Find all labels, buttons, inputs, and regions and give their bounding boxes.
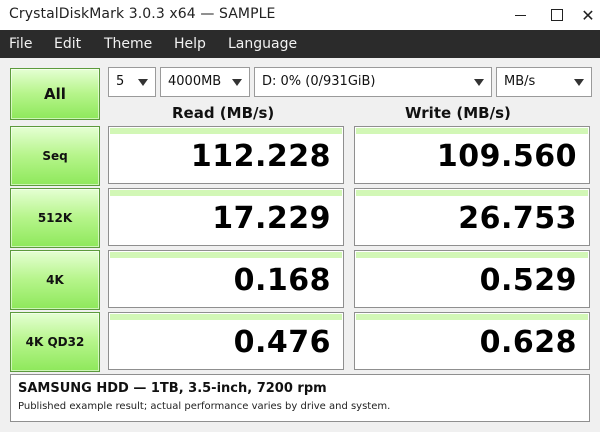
read-column-header: Read (MB/s)	[172, 104, 275, 122]
4k-qd32-write-bar	[356, 314, 588, 320]
4k-write-value: 0.529	[479, 263, 577, 298]
seq-read-result: 112.228	[108, 126, 344, 184]
512k-read-result: 17.229	[108, 188, 344, 246]
4k-qd32-write-value: 0.628	[479, 325, 577, 360]
main-panel: All 5 4000MB D: 0% (0/931GiB) MB/s Read …	[0, 58, 600, 432]
512k-read-bar	[110, 190, 342, 196]
test-size-value: 4000MB	[168, 74, 222, 89]
title-bar: CrystalDiskMark 3.0.3 x64 — SAMPLE ✕	[0, 0, 600, 30]
test-size-select[interactable]: 4000MB	[160, 67, 250, 97]
all-button[interactable]: All	[10, 68, 100, 120]
512k-write-value: 26.753	[458, 201, 577, 236]
4k-qd32-test-button[interactable]: 4K QD32	[10, 312, 100, 372]
4k-qd32-write-result: 0.628	[354, 312, 590, 370]
seq-write-bar	[356, 128, 588, 134]
seq-read-bar	[110, 128, 342, 134]
512k-read-value: 17.229	[212, 201, 331, 236]
seq-test-button[interactable]: Seq	[10, 126, 100, 186]
comment-box[interactable]: SAMSUNG HDD — 1TB, 3.5-inch, 7200 rpm Pu…	[10, 374, 590, 422]
comment-note: Published example result; actual perform…	[18, 401, 391, 412]
4k-qd32-read-value: 0.476	[233, 325, 331, 360]
minimize-icon	[514, 14, 526, 16]
window-title: CrystalDiskMark 3.0.3 x64 — SAMPLE	[9, 6, 276, 22]
close-icon: ✕	[581, 5, 595, 25]
512k-write-result: 26.753	[354, 188, 590, 246]
test-count-value: 5	[116, 74, 125, 89]
test-count-select[interactable]: 5	[108, 67, 156, 97]
seq-write-value: 109.560	[436, 139, 577, 174]
menu-help[interactable]: Help	[174, 36, 206, 52]
512k-write-bar	[356, 190, 588, 196]
4k-read-value: 0.168	[233, 263, 331, 298]
minimize-button[interactable]	[500, 0, 540, 30]
chevron-down-icon	[474, 79, 484, 86]
4k-qd32-read-result: 0.476	[108, 312, 344, 370]
seq-read-value: 112.228	[190, 139, 331, 174]
maximize-icon	[551, 9, 563, 21]
menu-language[interactable]: Language	[228, 36, 297, 52]
unit-select[interactable]: MB/s	[496, 67, 592, 97]
4k-test-button[interactable]: 4K	[10, 250, 100, 310]
app-window: CrystalDiskMark 3.0.3 x64 — SAMPLE ✕ Fil…	[0, 0, 600, 432]
4k-write-bar	[356, 252, 588, 258]
chevron-down-icon	[232, 79, 242, 86]
drive-select[interactable]: D: 0% (0/931GiB)	[254, 67, 492, 97]
menu-edit[interactable]: Edit	[54, 36, 81, 52]
4k-read-result: 0.168	[108, 250, 344, 308]
chevron-down-icon	[138, 79, 148, 86]
drive-value: D: 0% (0/931GiB)	[262, 74, 376, 89]
close-button[interactable]: ✕	[568, 0, 600, 30]
4k-qd32-read-bar	[110, 314, 342, 320]
4k-write-result: 0.529	[354, 250, 590, 308]
comment-title: SAMSUNG HDD — 1TB, 3.5-inch, 7200 rpm	[18, 381, 327, 396]
write-column-header: Write (MB/s)	[405, 104, 511, 122]
512k-test-button[interactable]: 512K	[10, 188, 100, 248]
seq-write-result: 109.560	[354, 126, 590, 184]
menu-theme[interactable]: Theme	[104, 36, 152, 52]
menu-file[interactable]: File	[9, 36, 32, 52]
unit-value: MB/s	[504, 74, 536, 89]
menu-bar: File Edit Theme Help Language	[0, 30, 600, 58]
chevron-down-icon	[574, 79, 584, 86]
4k-read-bar	[110, 252, 342, 258]
